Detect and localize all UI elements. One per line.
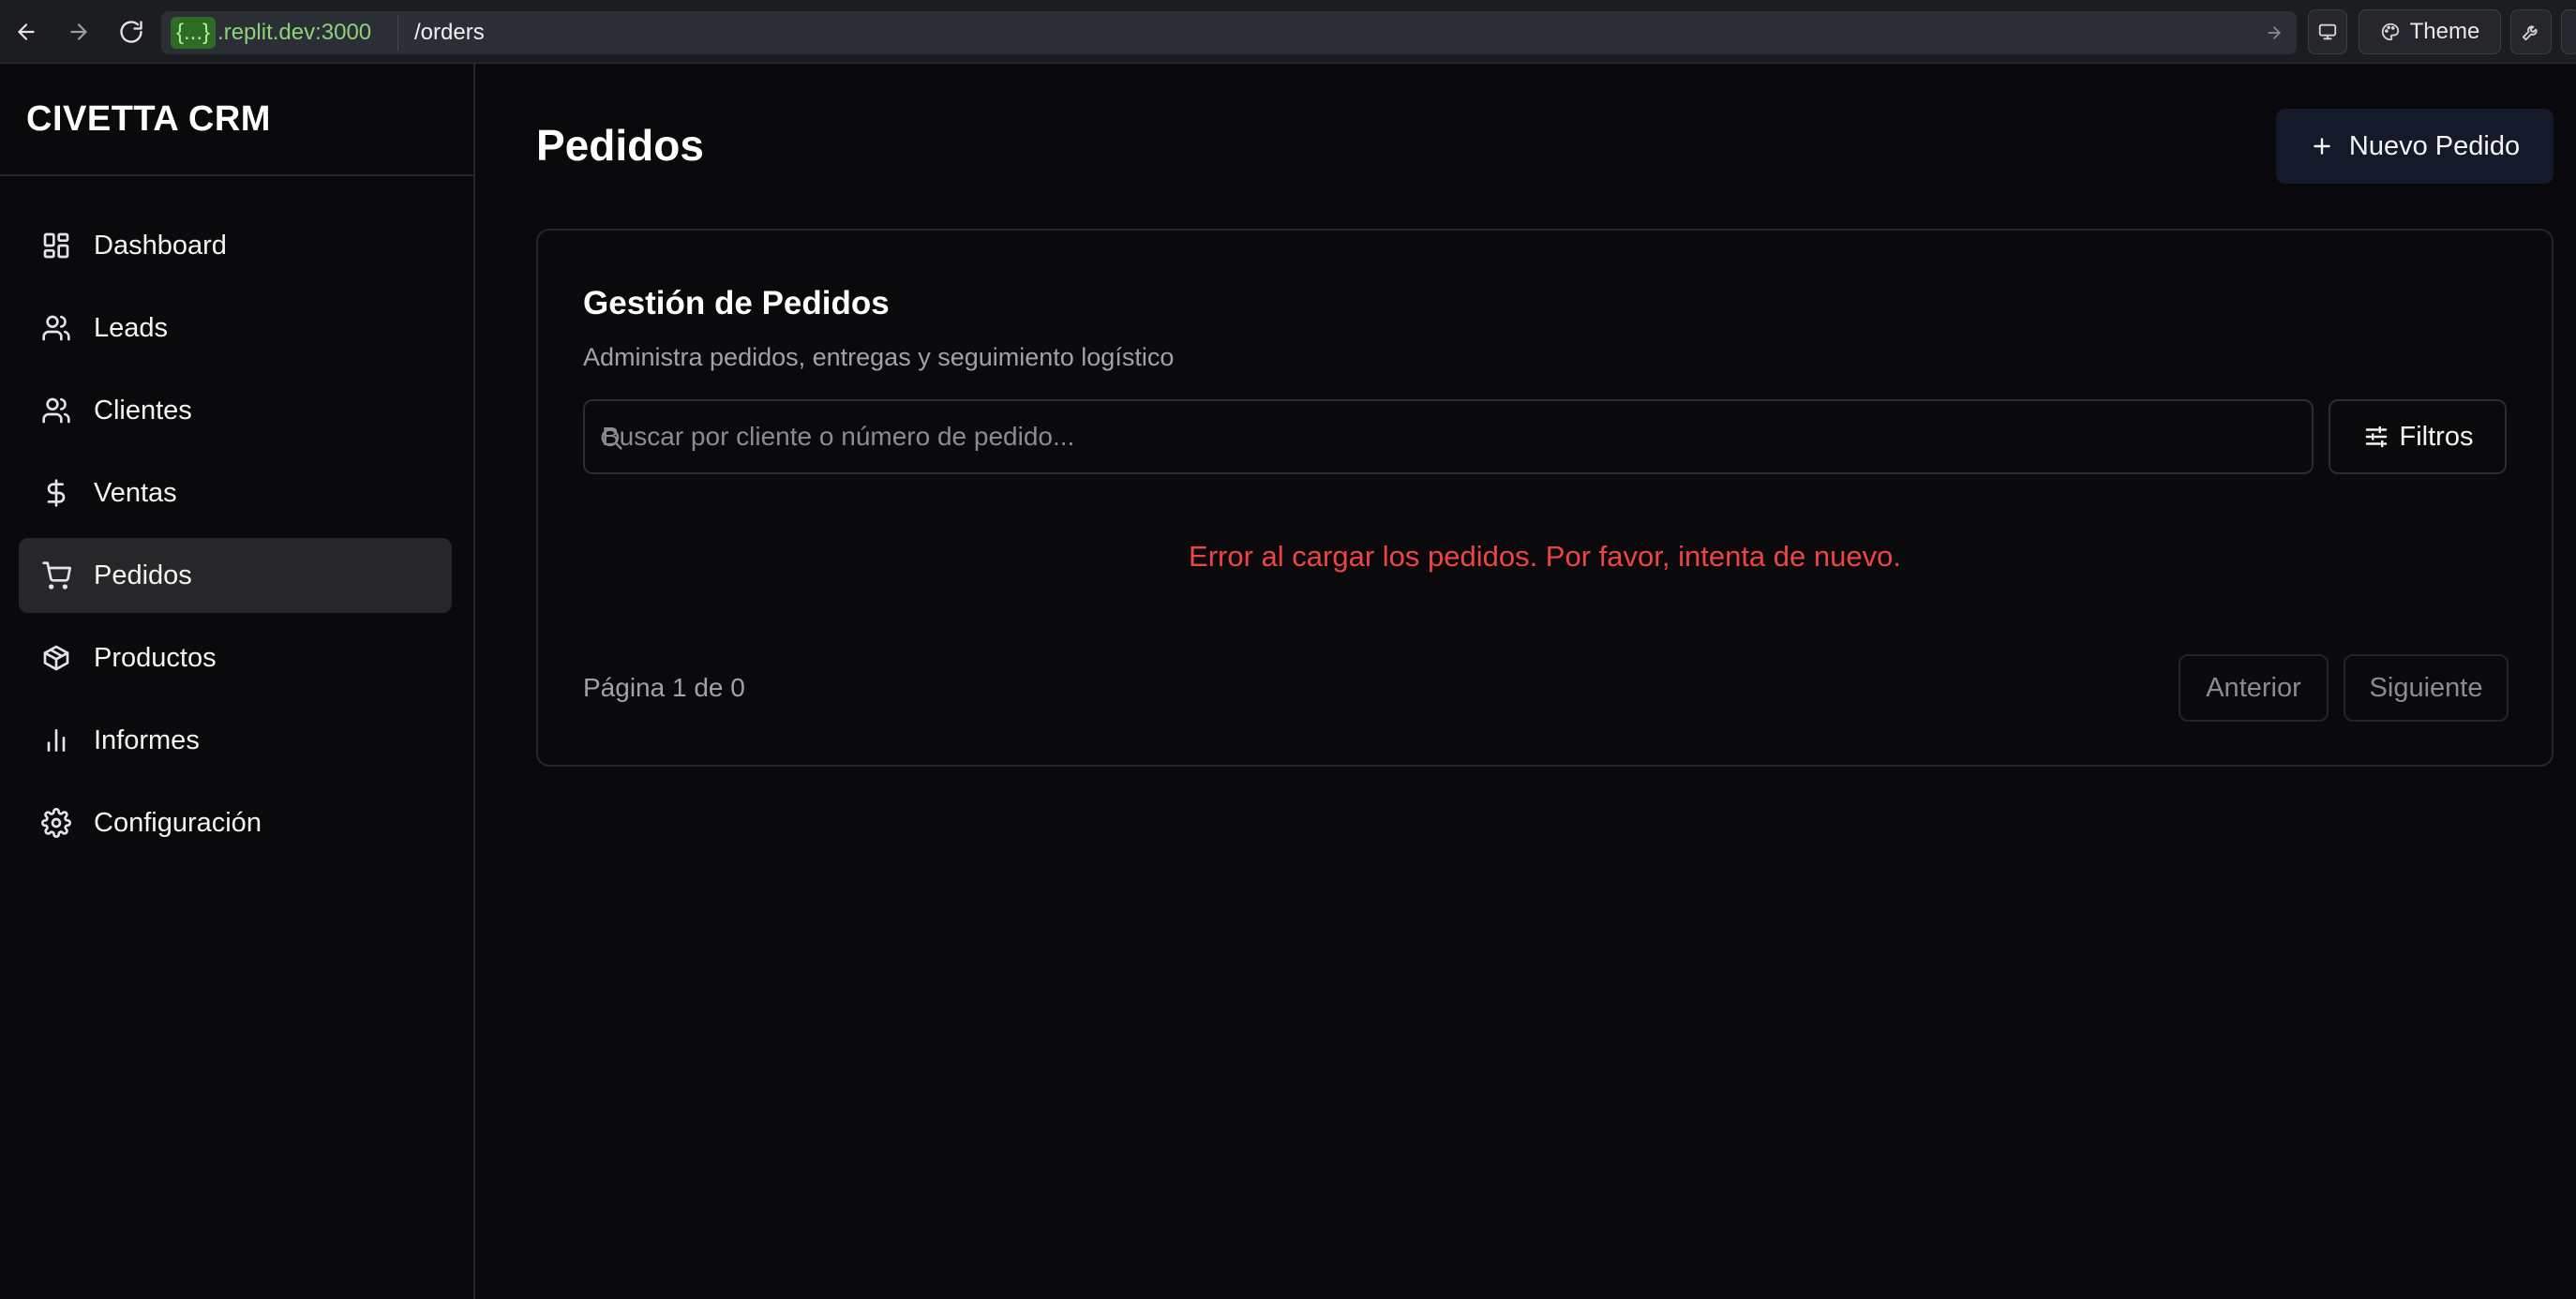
- url-host-domain: .replit.dev:3000: [217, 20, 372, 45]
- arrow-right-icon: [2268, 26, 2281, 39]
- new-order-label: Nuevo Pedido: [2348, 130, 2521, 161]
- arrow-left-icon: [18, 23, 35, 40]
- divider: [0, 174, 473, 176]
- card-title: Gestión de Pedidos: [583, 285, 890, 321]
- device-preview-button[interactable]: [2308, 9, 2347, 54]
- brand-logo[interactable]: CIVETTA CRM: [26, 99, 271, 140]
- reload-icon: [120, 21, 142, 43]
- package-icon: [39, 641, 73, 675]
- wrench-icon: [2522, 25, 2538, 41]
- theme-button[interactable]: Theme: [2359, 9, 2501, 54]
- layout-dashboard-icon: [39, 229, 73, 262]
- sidebar-item-dashboard[interactable]: Dashboard: [19, 208, 452, 283]
- sidebar-item-label: Leads: [94, 312, 169, 343]
- sidebar-item-label: Ventas: [94, 477, 177, 508]
- address-bar[interactable]: {...} .replit.dev:3000 /orders: [161, 11, 2297, 54]
- settings-icon: [39, 806, 73, 840]
- card-subtitle: Administra pedidos, entregas y seguimien…: [583, 343, 1175, 371]
- palette-icon: [2381, 22, 2399, 41]
- url-host: {...} .replit.dev:3000: [171, 11, 371, 54]
- back-button[interactable]: [7, 13, 45, 51]
- users-icon: [39, 311, 73, 345]
- sidebar-item-configuracion[interactable]: Configuración: [19, 785, 452, 860]
- forward-button[interactable]: [60, 13, 97, 51]
- monitor-icon: [2318, 23, 2337, 40]
- search-input[interactable]: [602, 401, 2289, 472]
- sidebar-item-clientes[interactable]: Clientes: [19, 373, 452, 448]
- bar-chart-icon: [39, 724, 73, 757]
- users-icon: [39, 394, 73, 427]
- previous-page-button[interactable]: Anterior: [2179, 654, 2329, 722]
- dollar-sign-icon: [39, 476, 73, 510]
- tools-button[interactable]: [2510, 9, 2552, 54]
- sidebar-item-label: Pedidos: [94, 560, 192, 590]
- sidebar-item-label: Productos: [94, 642, 217, 673]
- sidebar: CIVETTA CRM Dashboard Leads Clientes Ven…: [0, 64, 475, 1299]
- sliders-icon: [2365, 426, 2387, 448]
- theme-label: Theme: [2409, 19, 2480, 44]
- plus-icon: [2314, 138, 2330, 155]
- url-separator: [397, 15, 398, 51]
- search-box: [583, 399, 2314, 474]
- sidebar-item-informes[interactable]: Informes: [19, 703, 452, 778]
- error-message: Error al cargar los pedidos. Por favor, …: [1189, 540, 1901, 573]
- sidebar-item-pedidos[interactable]: Pedidos: [19, 538, 452, 613]
- url-path[interactable]: /orders: [414, 11, 485, 54]
- sidebar-item-leads[interactable]: Leads: [19, 291, 452, 366]
- more-tools-button[interactable]: [2561, 9, 2576, 54]
- reload-button[interactable]: [112, 13, 150, 51]
- url-host-prefix: {...}: [171, 17, 217, 49]
- browser-toolbar: {...} .replit.dev:3000 /orders Theme: [0, 0, 2576, 64]
- filters-button[interactable]: Filtros: [2329, 399, 2507, 474]
- search-icon: [598, 426, 624, 452]
- new-order-button[interactable]: Nuevo Pedido: [2276, 109, 2554, 184]
- sidebar-item-ventas[interactable]: Ventas: [19, 455, 452, 530]
- arrow-right-icon: [70, 23, 87, 40]
- sidebar-item-label: Clientes: [94, 395, 192, 426]
- page-title: Pedidos: [536, 121, 704, 170]
- next-page-button[interactable]: Siguiente: [2344, 654, 2509, 722]
- sidebar-item-productos[interactable]: Productos: [19, 620, 452, 695]
- filters-label: Filtros: [2399, 421, 2474, 452]
- shopping-cart-icon: [39, 559, 73, 592]
- url-go-button[interactable]: [2259, 18, 2289, 48]
- orders-card: Gestión de Pedidos Administra pedidos, e…: [536, 229, 2554, 767]
- sidebar-item-label: Configuración: [94, 807, 262, 838]
- sidebar-item-label: Informes: [94, 724, 200, 755]
- pagination-info: Página 1 de 0: [583, 673, 745, 702]
- sidebar-item-label: Dashboard: [94, 230, 227, 261]
